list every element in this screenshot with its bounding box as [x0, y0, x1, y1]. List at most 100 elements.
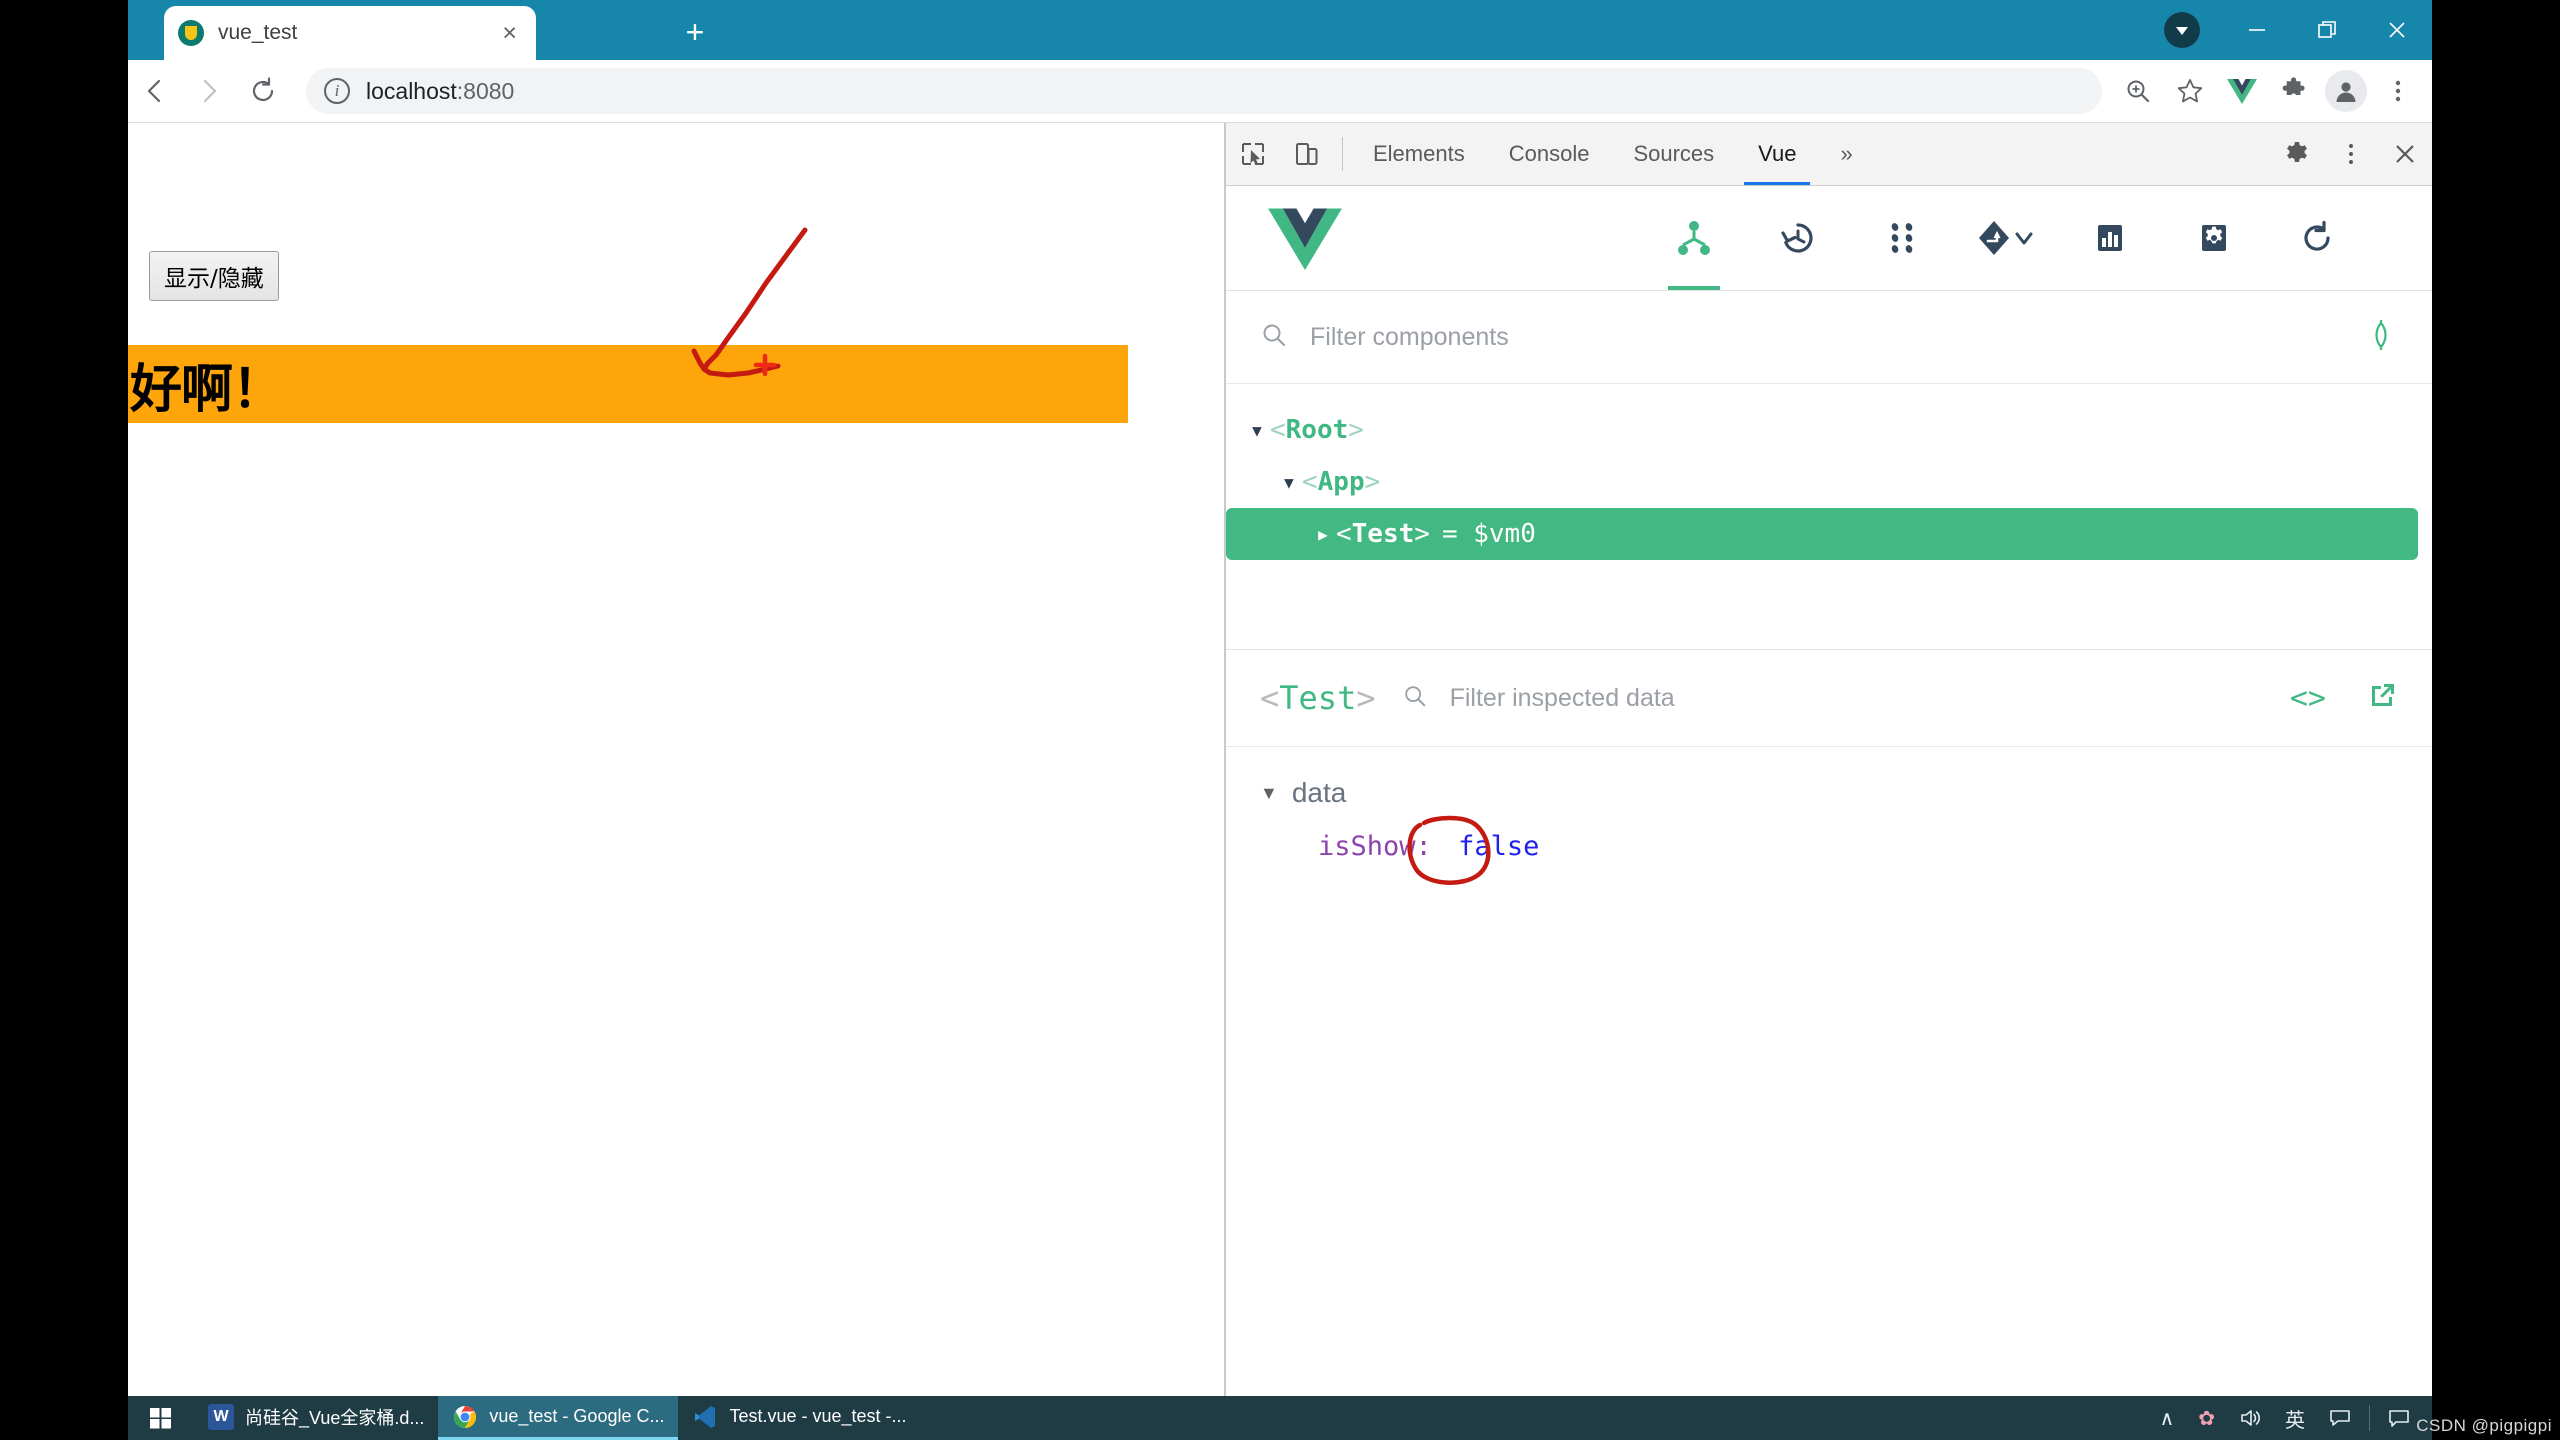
data-prop-value[interactable]: false — [1458, 831, 1539, 862]
tab-vue[interactable]: Vue — [1736, 123, 1818, 185]
tree-vm-label: = $vm0 — [1441, 519, 1536, 549]
tree-angle-close: > — [1414, 519, 1430, 549]
tree-angle-open: < — [1336, 519, 1352, 549]
device-toolbar-icon[interactable] — [1280, 123, 1334, 185]
tree-label-app: App — [1317, 467, 1365, 497]
performance-icon[interactable] — [2058, 186, 2162, 290]
tab-elements[interactable]: Elements — [1351, 123, 1487, 185]
inspect-element-icon[interactable] — [1226, 123, 1280, 185]
word-icon: W — [208, 1403, 234, 1430]
tab-title: vue_test — [218, 21, 298, 44]
tab-strip: vue_test × + — [128, 0, 2432, 60]
tree-node-app[interactable]: ▼ < App > — [1226, 456, 2432, 508]
settings-gear-icon[interactable] — [2270, 123, 2324, 185]
window-badge-icon[interactable] — [2164, 12, 2200, 48]
search-icon — [1402, 683, 1428, 714]
system-tray: ∧ ✿ 英 — [2148, 1396, 2432, 1440]
inspected-component-header: <Test> Filter inspected data <> — [1226, 650, 2432, 747]
timeline-history-icon[interactable] — [1746, 186, 1850, 290]
tray-show-hidden-icon[interactable]: ∧ — [2148, 1406, 2187, 1431]
tree-node-test[interactable]: ▶ < Test > = $vm0 — [1226, 508, 2418, 560]
crosshair-target-icon[interactable] — [2364, 318, 2398, 357]
windows-taskbar: W 尚硅谷_Vue全家桶.d... vue_test - Google C... — [128, 1396, 2432, 1440]
toggle-show-hide-button[interactable]: 显示/隐藏 — [149, 251, 279, 301]
reload-button[interactable] — [236, 64, 290, 118]
refresh-icon[interactable] — [2266, 186, 2370, 290]
open-in-new-icon[interactable] — [2366, 680, 2398, 717]
tree-caret-test[interactable]: ▶ — [1310, 525, 1336, 544]
tree-node-root[interactable]: ▼ < Root > — [1226, 404, 2432, 456]
tray-action-center-icon[interactable] — [2376, 1407, 2422, 1429]
vuex-icon[interactable] — [1850, 186, 1954, 290]
devtools-close-icon[interactable] — [2378, 123, 2432, 185]
extensions-puzzle-icon[interactable] — [2268, 65, 2320, 117]
maximize-restore-button[interactable] — [2292, 0, 2362, 60]
close-window-button[interactable] — [2362, 0, 2432, 60]
data-prop-isShow[interactable]: isShow: false — [1318, 815, 1539, 885]
tab-close-button[interactable]: × — [497, 20, 522, 46]
tray-ime-pen-icon[interactable] — [2317, 1407, 2363, 1429]
tree-angle-close: > — [1348, 415, 1364, 445]
taskbar-item-vscode[interactable]: Test.vue - vue_test -... — [678, 1396, 920, 1440]
tray-flower-icon[interactable]: ✿ — [2186, 1406, 2227, 1431]
toolbar-divider — [1342, 137, 1343, 171]
page-viewport: 显示/隐藏 好啊！ — [128, 123, 1224, 1396]
browser-toolbar-icons — [2112, 65, 2432, 117]
data-section-label: data — [1291, 777, 1347, 808]
data-caret-icon[interactable]: ▼ — [1260, 783, 1278, 804]
more-tabs-button[interactable]: » — [1818, 123, 1874, 185]
vscode-icon — [692, 1404, 718, 1430]
filter-components-row[interactable]: Filter components — [1226, 291, 2432, 384]
devtools-tabbar: Elements Console Sources Vue » — [1226, 123, 2432, 186]
url-port: :8080 — [456, 77, 515, 104]
components-tree-icon[interactable] — [1642, 186, 1746, 290]
settings-icon[interactable] — [2162, 186, 2266, 290]
chrome-menu-icon[interactable] — [2372, 65, 2424, 117]
tab-sources[interactable]: Sources — [1611, 123, 1736, 185]
url-host: localhost — [366, 77, 457, 104]
routing-icon[interactable] — [1954, 186, 2058, 290]
desktop-screen: vue_test × + i localhost:8080 显示/隐藏 好啊！ … — [0, 0, 2560, 1440]
vue-devtools-toolbar — [1226, 186, 2432, 291]
chrome-icon — [452, 1404, 478, 1430]
back-button[interactable] — [128, 64, 182, 118]
component-tree: ▼ < Root > ▼ < App > ▶ < Test > = $vm0 — [1226, 384, 2432, 650]
search-icon — [1260, 321, 1288, 354]
devtools-panel: Elements Console Sources Vue » Filter co… — [1226, 123, 2432, 1396]
bookmark-star-icon[interactable] — [2164, 65, 2216, 117]
taskbar-item-chrome[interactable]: vue_test - Google C... — [438, 1396, 679, 1440]
browser-tab-vue-test[interactable]: vue_test × — [164, 6, 536, 60]
taskbar-item-word[interactable]: W 尚硅谷_Vue全家桶.d... — [194, 1396, 438, 1440]
url-text: localhost:8080 — [366, 78, 514, 105]
address-bar[interactable]: i localhost:8080 — [306, 68, 2102, 114]
profile-avatar-icon[interactable] — [2320, 65, 2372, 117]
filter-inspected-data-input[interactable]: Filter inspected data — [1450, 684, 2290, 713]
minimize-button[interactable] — [2222, 0, 2292, 60]
tree-angle-open: < — [1302, 467, 1318, 497]
tree-angle-open: < — [1270, 415, 1286, 445]
tray-volume-icon[interactable] — [2227, 1407, 2273, 1429]
data-prop-key: isShow — [1318, 831, 1416, 862]
windows-start-icon[interactable] — [128, 1396, 194, 1440]
tree-caret-root[interactable]: ▼ — [1244, 421, 1270, 440]
code-view-icon[interactable]: <> — [2290, 681, 2326, 716]
forward-button[interactable] — [182, 64, 236, 118]
tray-ime-language-icon[interactable]: 英 — [2273, 1404, 2317, 1433]
data-section-header[interactable]: ▼ data — [1260, 777, 2432, 809]
vue-favicon-icon — [178, 20, 204, 46]
taskbar-item-label: 尚硅谷_Vue全家桶.d... — [245, 1407, 425, 1428]
tab-console[interactable]: Console — [1487, 123, 1612, 185]
zoom-icon[interactable] — [2112, 65, 2164, 117]
browser-content: 显示/隐藏 好啊！ Elements Console Sources Vue »… — [128, 123, 2432, 1396]
vue-logo-icon — [1268, 206, 1342, 270]
devtools-menu-icon[interactable] — [2324, 123, 2378, 185]
inspected-data-pane: ▼ data isShow: false — [1226, 747, 2432, 1396]
taskbar-item-label: vue_test - Google C... — [489, 1406, 665, 1426]
new-tab-button[interactable]: + — [673, 10, 717, 54]
tree-caret-app[interactable]: ▼ — [1276, 473, 1302, 492]
vue-devtools-icon[interactable] — [2216, 65, 2268, 117]
filter-components-input[interactable]: Filter components — [1310, 323, 2364, 352]
site-info-icon[interactable]: i — [324, 78, 350, 104]
inspected-component-name: <Test> — [1260, 679, 1376, 717]
chrome-browser-window: vue_test × + i localhost:8080 显示/隐藏 好啊！ … — [128, 0, 2432, 1396]
